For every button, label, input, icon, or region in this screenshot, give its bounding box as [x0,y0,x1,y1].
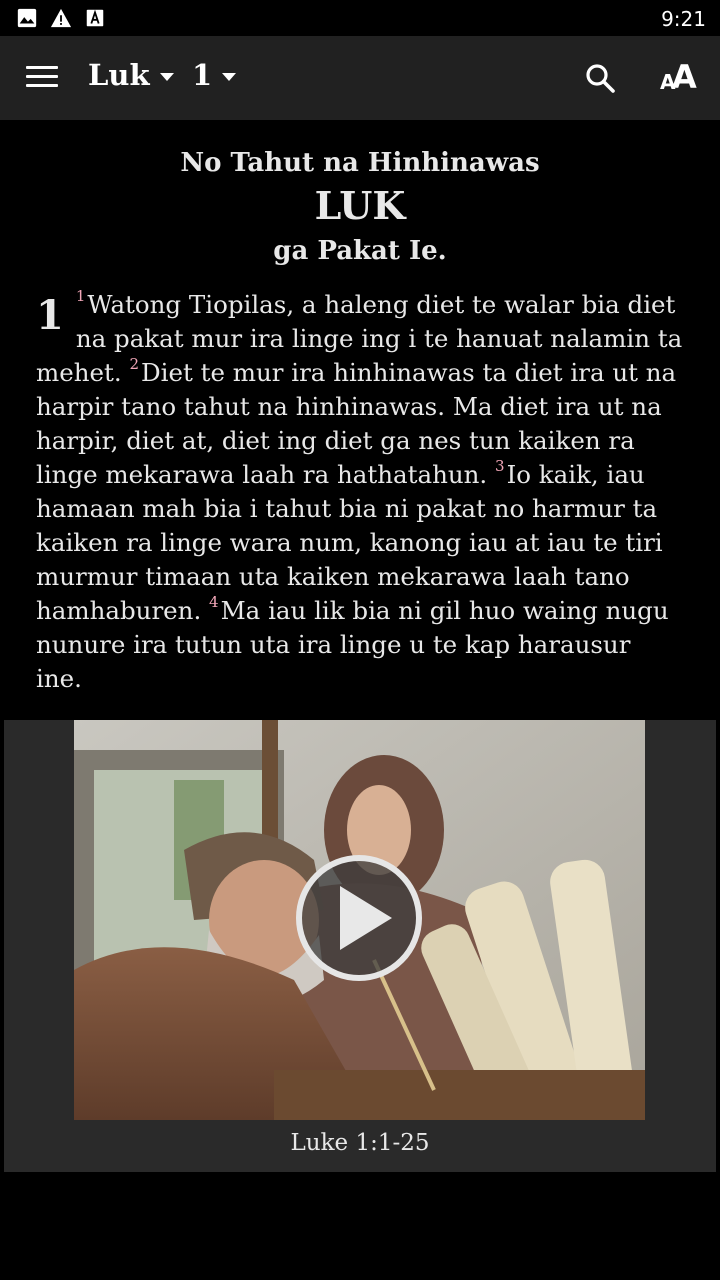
font-download-icon [86,9,104,27]
menu-icon[interactable] [26,66,58,90]
chapter-selector[interactable]: 1 [192,58,237,92]
chapter-number: 1 [36,292,64,339]
chevron-down-icon [159,73,174,81]
status-time: 9:21 [661,7,706,31]
video-panel: Luke 1:1-25 [4,720,716,1172]
passage-text: 1 1Watong Tiopilas, a haleng diet te wal… [36,287,684,696]
video-caption: Luke 1:1-25 [290,1130,430,1156]
verse-number[interactable]: 2 [129,355,139,373]
verse-number[interactable]: 1 [76,287,86,305]
verse-number[interactable]: 3 [495,457,505,475]
chapter-label: 1 [192,58,213,92]
chevron-down-icon [222,73,237,81]
text-size-icon[interactable]: AA [660,58,700,98]
verse-number[interactable]: 4 [209,593,219,611]
book-subtitle: ga Pakat Ie. [273,236,447,266]
app-bar: Luk 1 AA [0,36,720,120]
book-title: LUK [314,183,406,228]
reader-content: No Tahut na Hinhinawas LUK ga Pakat Ie. … [0,120,720,696]
video-thumbnail[interactable] [74,720,645,1120]
book-label: Luk [88,58,150,92]
warning-icon [50,8,72,28]
play-icon[interactable] [296,855,422,981]
section-heading: No Tahut na Hinhinawas [180,148,540,178]
book-selector[interactable]: Luk [88,58,174,92]
image-icon [17,8,37,28]
search-icon[interactable] [584,62,616,94]
status-bar: 9:21 [0,0,720,36]
